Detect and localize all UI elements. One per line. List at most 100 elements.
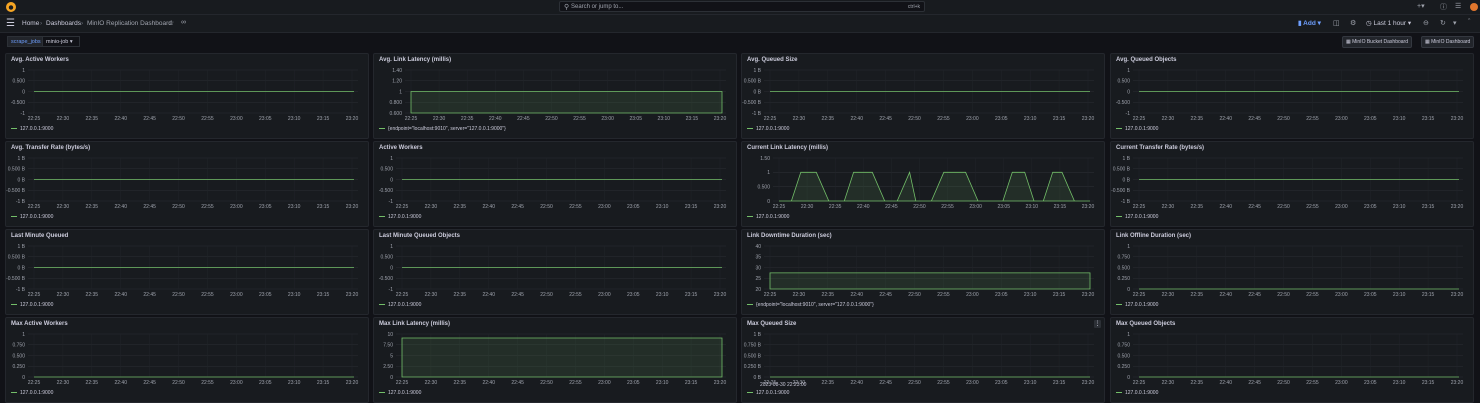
x-tick-label: 22:55: [569, 204, 582, 210]
panel-max-active-workers[interactable]: Max Active Workers 1 0.750 0.500 0.250 0 22:25…: [5, 317, 369, 403]
dashboard-link-bucket[interactable]: ▦ MinIO Bucket Dashboard: [1342, 36, 1412, 48]
panel-max-queued-objects[interactable]: Max Queued Objects 1 0.750 0.500 0.250 0 22:25…: [1110, 317, 1474, 403]
legend-item[interactable]: 127.0.0.1:9000: [379, 302, 421, 308]
legend-item[interactable]: 127.0.0.1:9000: [379, 214, 421, 220]
panel-max-queued-size[interactable]: Max Queued Size ⋮ 1 B 0.750 B 0.500 B 0.250 B…: [741, 317, 1105, 403]
panel-avg-queued-objects[interactable]: Avg. Queued Objects 1 0.500 0 -0.500 -1 22:25 2…: [1110, 53, 1474, 139]
panel-current-transfer-rate-bytes-s[interactable]: Current Transfer Rate (bytes/s) 1 B 0.500 …: [1110, 141, 1474, 227]
x-tick-label: 22:25: [396, 380, 409, 386]
x-tick-label: 23:15: [1422, 204, 1435, 210]
series-area: [401, 337, 723, 378]
x-tick-label: 23:10: [288, 292, 301, 298]
legend-item[interactable]: 127.0.0.1:9000: [11, 214, 53, 220]
chevron-down-icon[interactable]: ▾: [1453, 19, 1457, 27]
x-tick-label: 23:20: [714, 204, 727, 210]
panel-avg-queued-size[interactable]: Avg. Queued Size 1 B 0.500 B0 B -0.500 B -1 …: [741, 53, 1105, 139]
x-tick-label: 23:00: [230, 380, 243, 386]
y-tick-label: -1 B: [752, 111, 762, 117]
x-tick-label: 23:10: [1024, 116, 1037, 122]
panel-avg-transfer-rate-bytes-s[interactable]: Avg. Transfer Rate (bytes/s) 1 B 0.500 B0 …: [5, 141, 369, 227]
legend-swatch: [747, 215, 753, 218]
panel-chart[interactable]: 1.50 1 0.500 022:25 22:30 22:35 22:40 22:45 22:5…: [742, 142, 1104, 226]
legend-item[interactable]: 127.0.0.1:9000: [379, 390, 421, 396]
panel-last-minute-queued-objects[interactable]: Last Minute Queued Objects 1 0.500 0 -0.500-…: [373, 229, 737, 315]
plus-icon[interactable]: +▾: [1417, 2, 1425, 10]
panel-avg-link-latency-millis[interactable]: Avg. Link Latency (millis) 1.40 1.20 1 0.800…: [373, 53, 737, 139]
x-tick-label: 22:30: [1162, 380, 1175, 386]
x-tick-label: 22:55: [201, 204, 214, 210]
y-tick-label: 0.250: [1117, 364, 1130, 370]
legend-item[interactable]: {endpoint="localhost:9010", server="127.…: [379, 126, 506, 132]
panel-chart[interactable]: 1 B 0.500 B 0 B -0.500 B -1 B22:25 22:30 22:35…: [6, 142, 368, 226]
legend-swatch: [11, 303, 17, 306]
panel-link-offline-duration-sec[interactable]: Link Offline Duration (sec) 1 0.750 0.500 0.…: [1110, 229, 1474, 315]
menu-icon[interactable]: ☰: [6, 18, 15, 29]
panel-last-minute-queued[interactable]: Last Minute Queued 1 B 0.500 B0 B -0.500 B-…: [5, 229, 369, 315]
panel-chart[interactable]: 1 0.750 0.500 0.250 022:25 22:30 22:35 22:40 22:…: [1111, 230, 1473, 314]
grafana-logo-icon[interactable]: [6, 2, 16, 12]
legend-item[interactable]: 127.0.0.1:9000: [11, 302, 53, 308]
x-tick-label: 22:45: [879, 380, 892, 386]
x-tick-label: 22:45: [1248, 116, 1261, 122]
legend-item[interactable]: 127.0.0.1:9000: [11, 126, 53, 132]
time-range-picker[interactable]: ◷ Last 1 hour ▾: [1366, 18, 1411, 29]
help-icon[interactable]: ⓘ: [1440, 2, 1447, 12]
panel-chart[interactable]: 1 0.500 0 -0.500 -122:25 22:30 22:35 22:40 22:45…: [374, 230, 736, 314]
x-tick-label: 22:30: [433, 116, 446, 122]
legend-item[interactable]: 127.0.0.1:9000: [747, 126, 789, 132]
y-tick-label: 1: [767, 170, 770, 176]
x-tick-label: 23:20: [1451, 380, 1464, 386]
panel-active-workers[interactable]: Active Workers 1 0.500 0 -0.500 -1 22:25 22:30 2…: [373, 141, 737, 227]
collapse-icon[interactable]: ˆ: [1468, 19, 1470, 26]
x-tick-label: 23:10: [1026, 204, 1039, 210]
x-tick-label: 22:45: [511, 380, 524, 386]
x-tick-label: 22:45: [143, 116, 156, 122]
panel-chart[interactable]: 1 0.750 0.500 0.250 022:25 22:30 22:35 22:40 22:…: [6, 318, 368, 402]
legend-item[interactable]: {endpoint="localhost:9010", server="127.…: [747, 302, 874, 308]
panel-chart[interactable]: 1 B 0.500 B 0 B -0.500 B -1 B22:25 22:30 22:35…: [6, 230, 368, 314]
panel-chart[interactable]: 1 B 0.500 B 0 B -0.500 B -1 B22:25 22:30 22:35…: [1111, 142, 1473, 226]
legend-item[interactable]: 127.0.0.1:9000: [1116, 126, 1158, 132]
legend-item[interactable]: 127.0.0.1:9000: [1116, 390, 1158, 396]
panel-chart[interactable]: 1 0.500 0 -0.500 -122:25 22:30 22:35 22:40 22:45…: [374, 142, 736, 226]
share-icon[interactable]: ∞: [181, 19, 186, 26]
breadcrumb-home[interactable]: Home: [22, 20, 39, 27]
panel-chart[interactable]: 1 B 0.500 B 0 B -0.500 B -1 B22:25 22:30 22:35…: [742, 54, 1104, 138]
panel-max-link-latency-millis[interactable]: Max Link Latency (millis) 10 7.50 5 2.50 0 22:…: [373, 317, 737, 403]
x-tick-label: 22:50: [908, 380, 921, 386]
panel-link-downtime-duration-sec[interactable]: Link Downtime Duration (sec) 40 35 30 25 20 22…: [741, 229, 1105, 315]
breadcrumb-dashboards[interactable]: Dashboards: [46, 20, 81, 27]
add-button[interactable]: ▮ Add ▾: [1296, 18, 1323, 29]
legend-item[interactable]: 127.0.0.1:9000: [1116, 302, 1158, 308]
legend-item[interactable]: 127.0.0.1:9000: [1116, 214, 1158, 220]
search-input[interactable]: ⚲ Search or jump to... ctrl+k: [559, 1, 925, 12]
y-tick-label: -0.500 B: [6, 188, 26, 194]
panel-chart[interactable]: 10 7.50 5 2.50 022:25 22:30 22:35 22:40 22:45 22:…: [374, 318, 736, 402]
y-tick-label: 0: [1127, 287, 1130, 293]
star-icon[interactable]: ☆: [168, 19, 174, 27]
gear-icon[interactable]: ⚙: [1350, 19, 1356, 27]
legend-item[interactable]: 127.0.0.1:9000: [747, 390, 789, 396]
save-icon[interactable]: ◫: [1333, 19, 1340, 27]
rss-icon[interactable]: ☰: [1455, 2, 1461, 10]
panel-chart[interactable]: 1 0.750 0.500 0.250 022:25 22:30 22:35 22:40 22:…: [1111, 318, 1473, 402]
x-tick-label: 23:00: [230, 292, 243, 298]
panel-chart[interactable]: 1 B0.750 B0.500 B0.250 B0 B22:25 22:30 22:…: [742, 318, 1104, 402]
dashboard-link-minio[interactable]: ▦ MinIO Dashboard: [1421, 36, 1475, 48]
refresh-icon[interactable]: ↻: [1440, 19, 1446, 27]
user-avatar[interactable]: [1470, 3, 1478, 11]
legend-item[interactable]: 127.0.0.1:9000: [11, 390, 53, 396]
variable-select[interactable]: minio-job ▾: [42, 36, 80, 47]
x-tick-label: 22:45: [885, 204, 898, 210]
panel-current-link-latency-millis[interactable]: Current Link Latency (millis) 1.50 1 0.500 0…: [741, 141, 1105, 227]
series-area: [769, 272, 1091, 290]
zoom-out-icon[interactable]: ⊖: [1423, 19, 1429, 27]
panel-avg-active-workers[interactable]: Avg. Active Workers 1 0.500 0 -0.500 -1 22:25 2…: [5, 53, 369, 139]
panel-chart[interactable]: 1 0.500 0 -0.500 -122:25 22:30 22:35 22:40 22:45…: [6, 54, 368, 138]
x-tick-label: 23:15: [1053, 116, 1066, 122]
panel-chart[interactable]: 1 0.500 0 -0.500 -122:25 22:30 22:35 22:40 22:45…: [1111, 54, 1473, 138]
x-tick-label: 23:20: [346, 292, 359, 298]
legend-item[interactable]: 127.0.0.1:9000: [747, 214, 789, 220]
y-tick-label: 2.50: [383, 364, 393, 370]
y-tick-label: -0.500: [1116, 100, 1130, 106]
